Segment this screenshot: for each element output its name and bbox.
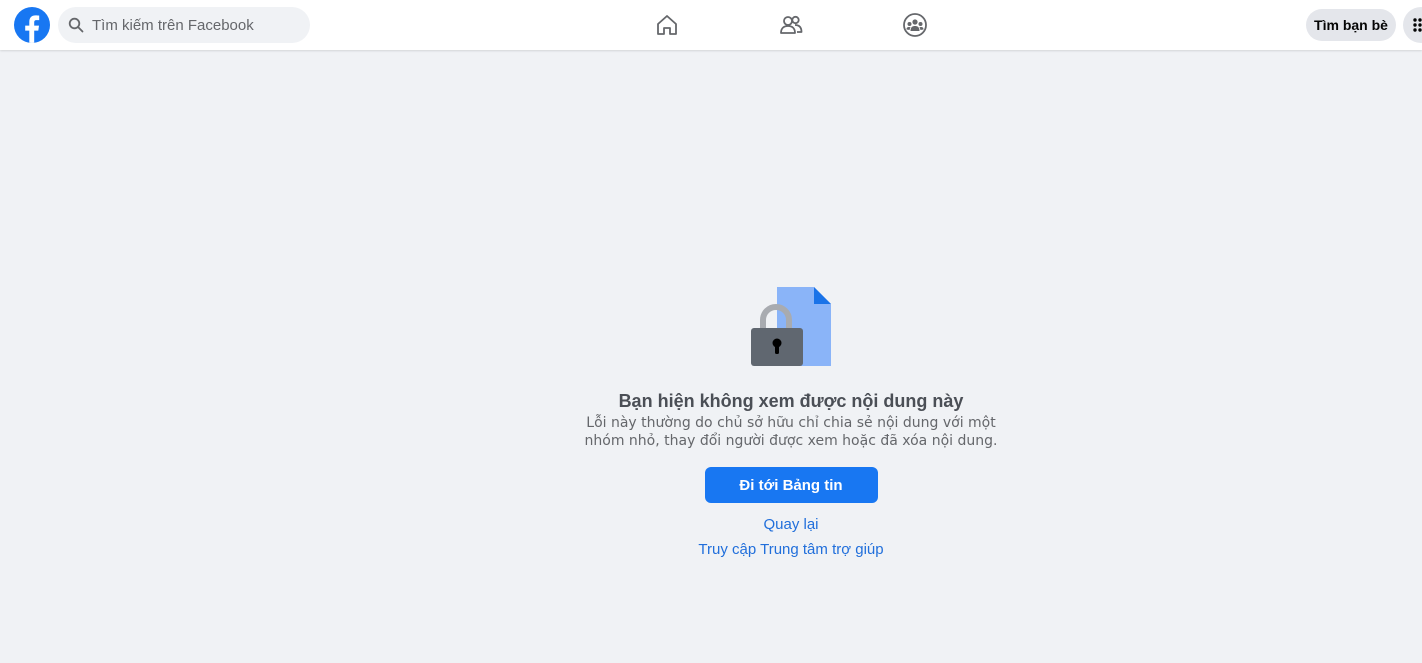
page-title: Bạn hiện không xem được nội dung này: [618, 391, 964, 411]
help-center-link[interactable]: Truy cập Trung tâm trợ giúp: [491, 541, 1091, 559]
error-description: Lỗi này thường do chủ sở hữu chỉ chia sẻ…: [584, 415, 998, 449]
search-box[interactable]: [58, 7, 310, 43]
find-friends-button[interactable]: Tìm bạn bè: [1306, 9, 1396, 41]
grid-menu-icon: [1413, 18, 1422, 32]
locked-content-icon: [751, 287, 831, 366]
menu-button[interactable]: [1403, 7, 1422, 43]
go-back-link[interactable]: Quay lại: [491, 516, 1091, 534]
home-icon[interactable]: [654, 12, 680, 38]
content-unavailable-panel: Bạn hiện không xem được nội dung này Lỗi…: [491, 286, 1091, 559]
top-navigation-bar: Tìm bạn bè: [0, 0, 1422, 50]
go-to-news-feed-button[interactable]: Đi tới Bảng tin: [704, 467, 878, 503]
groups-icon[interactable]: [902, 12, 928, 38]
facebook-logo-icon[interactable]: [14, 7, 50, 43]
search-input[interactable]: [90, 15, 304, 35]
friends-icon[interactable]: [778, 12, 804, 38]
search-icon: [68, 17, 84, 33]
